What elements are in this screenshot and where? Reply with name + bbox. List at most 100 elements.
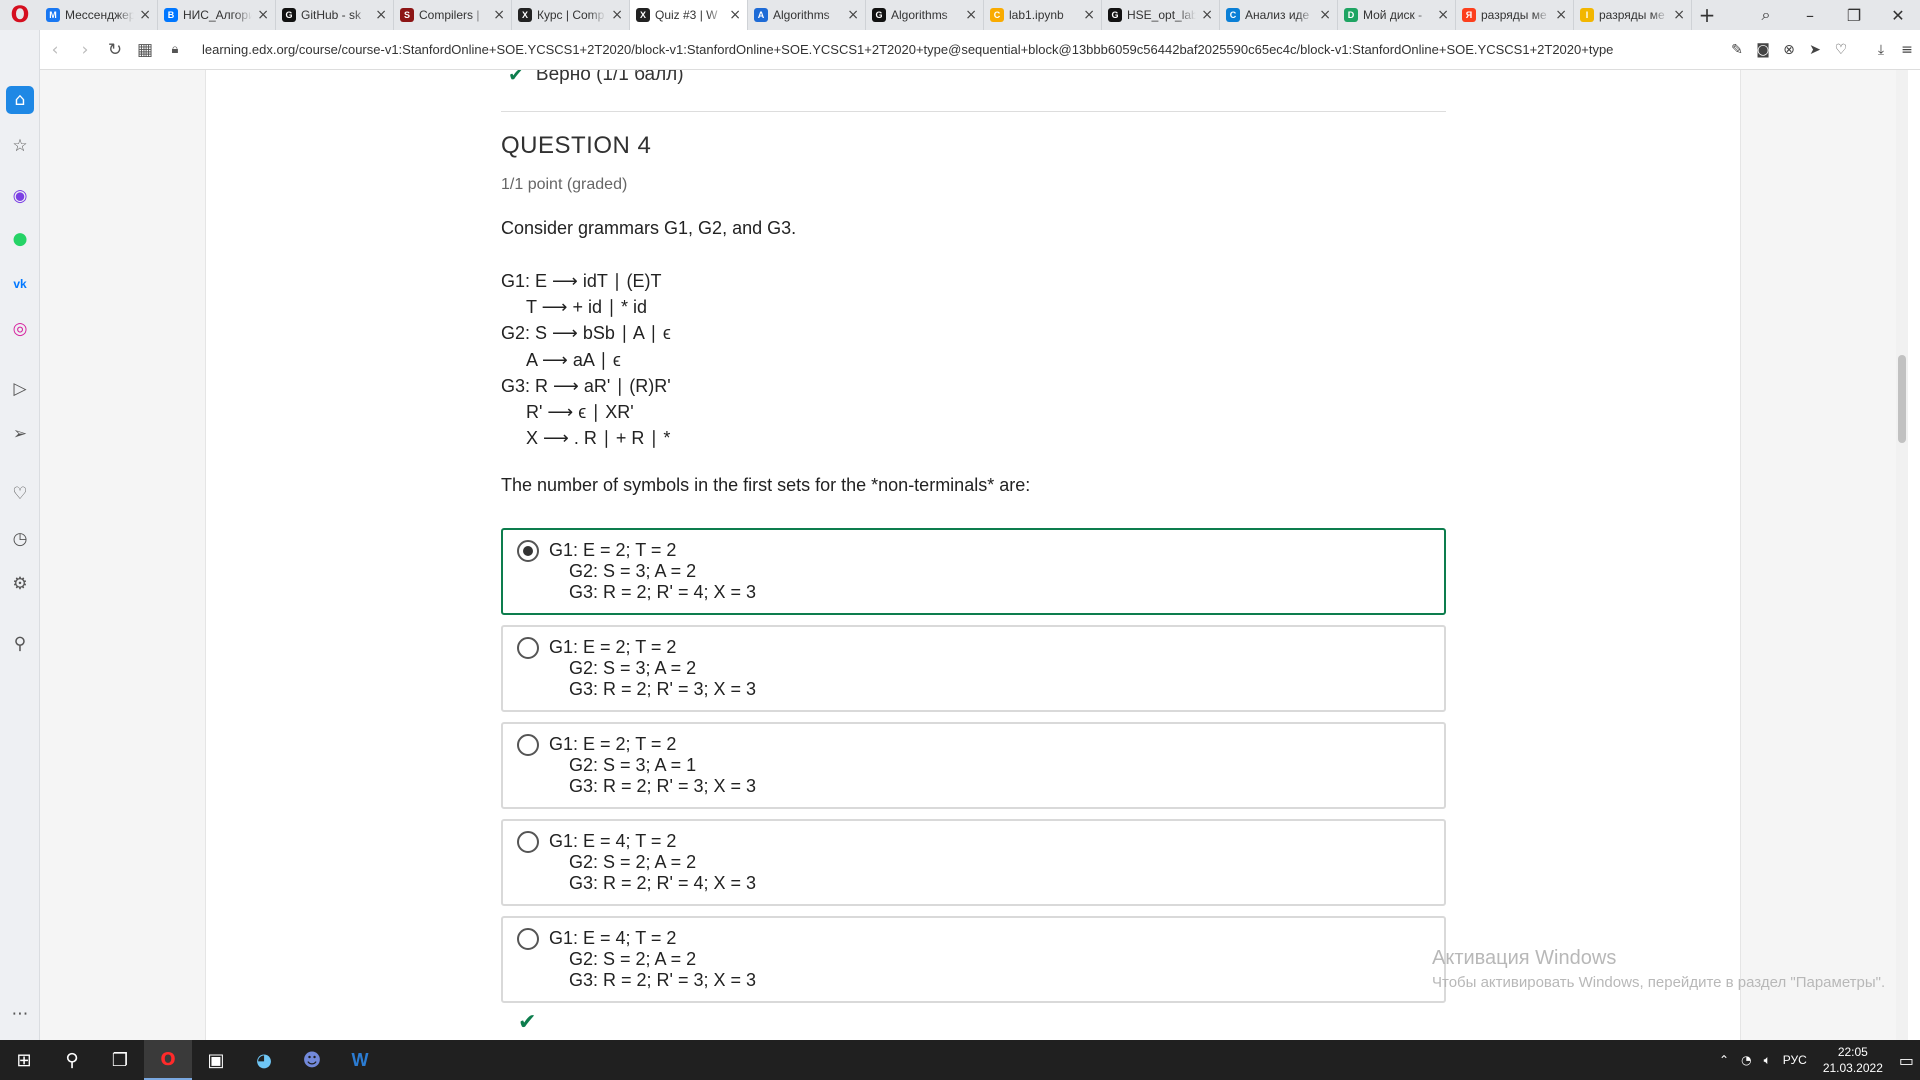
option-text: G1: E = 2; T = 2 G2: S = 3; A = 2 G3: R … [549, 637, 757, 699]
language-indicator[interactable]: РУС [1783, 1053, 1807, 1067]
close-window-button[interactable]: ✕ [1876, 0, 1920, 30]
url-field[interactable]: learning.edx.org/course/course-v1:Stanfo… [202, 42, 1712, 57]
more-icon[interactable]: ⋯ [6, 1000, 34, 1028]
radio-button[interactable] [517, 637, 539, 659]
tab-close-icon[interactable]: × [375, 7, 387, 23]
browser-tab[interactable]: A Algorithms × [748, 0, 866, 30]
windows-start-icon[interactable]: ⊞ [0, 1040, 48, 1080]
new-tab-button[interactable]: + [1692, 0, 1722, 30]
clock[interactable]: 22:05 21.03.2022 [1823, 1044, 1883, 1076]
scrollbar-thumb[interactable] [1898, 355, 1906, 443]
radio-button[interactable] [517, 540, 539, 562]
radio-button[interactable] [517, 928, 539, 950]
app-taskbar-icon[interactable]: ▣ [192, 1040, 240, 1080]
browser-tab[interactable]: Iразряды ме × [1574, 0, 1692, 30]
star-icon[interactable]: ☆ [6, 132, 34, 160]
minimize-button[interactable]: – [1788, 0, 1832, 30]
tab-close-icon[interactable]: × [729, 7, 741, 23]
send-icon[interactable]: ➢ [6, 420, 34, 448]
tips-icon[interactable]: ⚲ [6, 630, 34, 658]
browser-tab[interactable]: M Мессенджер × [40, 0, 158, 30]
tab-close-icon[interactable]: × [1555, 7, 1567, 23]
browser-tab-bar: O M Мессенджер × B НИС_Алгоритмы × G GitHub - s… [0, 0, 1920, 30]
grammar-line: A ⟶ aA ∣ ϵ [526, 349, 621, 370]
browser-tab[interactable]: D Мой диск - × [1338, 0, 1456, 30]
yandex-icon: Я [1462, 8, 1476, 22]
tab-close-icon[interactable]: × [257, 7, 269, 23]
vk-icon: B [164, 8, 178, 22]
heart-icon[interactable]: ♡ [1828, 42, 1854, 58]
history-icon[interactable]: ◷ [6, 525, 34, 553]
tab-close-icon[interactable]: × [847, 7, 859, 23]
radio-button[interactable] [517, 734, 539, 756]
browser-tab[interactable]: G GitHub - sk × [276, 0, 394, 30]
browser-tab[interactable]: B НИС_Алгоритмы × [158, 0, 276, 30]
browser-tab[interactable]: G Algorithms × [866, 0, 984, 30]
tab-label: НИС_Алгоритмы [183, 8, 252, 22]
check-icon: ✔ [508, 70, 524, 86]
restore-button[interactable]: ❐ [1832, 0, 1876, 30]
whatsapp-icon[interactable]: ● [6, 225, 34, 253]
word-icon[interactable]: W [336, 1040, 384, 1080]
player-icon[interactable]: ▷ [6, 375, 34, 403]
browser-tab[interactable]: X Курс | Comp × [512, 0, 630, 30]
previous-question-status: ✔ Верно (1/1 балл) [508, 70, 684, 86]
discord-icon[interactable]: ☻ [288, 1040, 336, 1080]
camera-icon[interactable]: ◙ [1750, 42, 1776, 58]
answer-option[interactable]: G1: E = 4; T = 2 G2: S = 2; A = 2 G3: R … [501, 819, 1446, 906]
tab-close-icon[interactable]: × [1201, 7, 1213, 23]
grammar-line: G2: S ⟶ bSb ∣ A ∣ ϵ [501, 323, 671, 344]
volume-icon[interactable]: 🔈︎ [1764, 1053, 1771, 1068]
messenger-icon[interactable]: ◉ [6, 182, 34, 210]
radio-button[interactable] [517, 831, 539, 853]
notifications-icon[interactable]: ▭ [1899, 1051, 1914, 1070]
tab-close-icon[interactable]: × [1083, 7, 1095, 23]
tab-label: Quiz #3 | W [655, 8, 718, 22]
answer-option[interactable]: G1: E = 2; T = 2 G2: S = 3; A = 2 G3: R … [501, 528, 1446, 615]
browser-tab[interactable]: Яразряды ме × [1456, 0, 1574, 30]
browser-tab[interactable]: X Quiz #3 | W × [630, 0, 748, 30]
edit-icon[interactable]: ✎ [1724, 42, 1750, 58]
tab-close-icon[interactable]: × [1437, 7, 1449, 23]
browser-taskbar-icon[interactable]: ◕ [240, 1040, 288, 1080]
search-icon[interactable]: ⚲ [48, 1040, 96, 1080]
search-tabs-icon[interactable]: ⌕ [1744, 0, 1788, 30]
windows-taskbar: ⊞ ⚲ ❐ O ▣ ◕ ☻ W ⌃ ◔ 🔈︎ РУС 22:05 21.03.2… [0, 1040, 1920, 1080]
network-icon[interactable]: ◔ [1741, 1053, 1751, 1067]
opera-taskbar-icon[interactable]: O [144, 1040, 192, 1080]
back-button[interactable]: ‹ [40, 30, 70, 70]
browser-tab[interactable]: S Compilers | × [394, 0, 512, 30]
tab-close-icon[interactable]: × [1319, 7, 1331, 23]
answer-option[interactable]: G1: E = 4; T = 2 G2: S = 2; A = 2 G3: R … [501, 916, 1446, 1003]
download-icon[interactable]: ⤓ [1868, 42, 1894, 58]
instagram-icon[interactable]: ◎ [6, 315, 34, 343]
task-view-icon[interactable]: ❐ [96, 1040, 144, 1080]
menu-icon[interactable]: ≡ [1894, 42, 1920, 58]
tab-close-icon[interactable]: × [965, 7, 977, 23]
home-icon[interactable]: ⌂ [6, 86, 34, 114]
settings-icon[interactable]: ⚙ [6, 570, 34, 598]
tab-close-icon[interactable]: × [139, 7, 151, 23]
chevron-up-icon[interactable]: ⌃ [1719, 1053, 1729, 1067]
answer-option[interactable]: G1: E = 2; T = 2 G2: S = 3; A = 1 G3: R … [501, 722, 1446, 809]
speed-dial-icon[interactable]: ▦ [130, 30, 160, 70]
reload-button[interactable]: ↻ [100, 30, 130, 70]
scrollbar[interactable] [1896, 70, 1908, 1040]
send-icon[interactable]: ➤ [1802, 42, 1828, 58]
vk-icon[interactable]: vk [6, 270, 34, 298]
tab-close-icon[interactable]: × [611, 7, 623, 23]
heart-icon[interactable]: ♡ [6, 480, 34, 508]
opera-logo-icon[interactable]: O [0, 0, 40, 30]
tab-close-icon[interactable]: × [493, 7, 505, 23]
browser-tab[interactable]: G HSE_opt_lab × [1102, 0, 1220, 30]
answer-option[interactable]: G1: E = 2; T = 2 G2: S = 3; A = 2 G3: R … [501, 625, 1446, 712]
forward-button[interactable]: › [70, 30, 100, 70]
adblock-icon[interactable]: ⊗ [1776, 42, 1802, 58]
tab-label: Анализ иде [1245, 8, 1310, 22]
lock-icon[interactable]: 🔒︎ [160, 30, 190, 70]
browser-tab[interactable]: C Анализ иде × [1220, 0, 1338, 30]
tab-close-icon[interactable]: × [1673, 7, 1685, 23]
tab-label: разряды ме [1599, 8, 1665, 22]
browser-tab[interactable]: Clab1.ipynb × [984, 0, 1102, 30]
clock-date: 21.03.2022 [1822, 1061, 1883, 1075]
